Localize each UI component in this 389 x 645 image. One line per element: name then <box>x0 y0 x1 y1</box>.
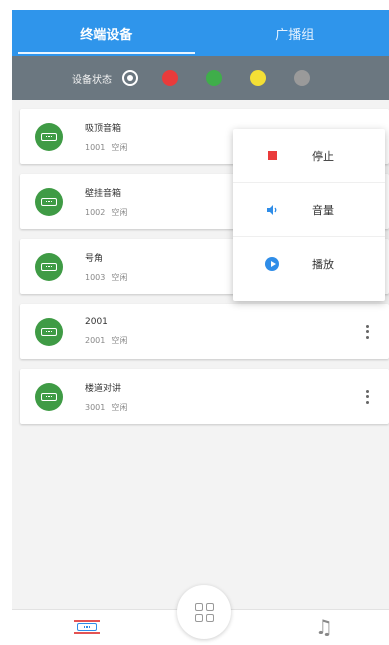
device-name: 号角 <box>85 253 104 264</box>
speaker-icon <box>35 317 63 346</box>
device-status: 空闲 <box>111 336 128 345</box>
device-id: 1001 <box>85 142 106 152</box>
status-filter-yellow[interactable] <box>250 70 266 86</box>
menu-item-label: 停止 <box>312 149 334 163</box>
app-screen: 终端设备 广播组 设备状态 吸顶音箱 1001 空闲 壁挂音箱 1002 空闲 <box>12 10 389 645</box>
menu-item-label: 播放 <box>312 258 334 271</box>
device-status: 空闲 <box>111 142 128 152</box>
menu-item-play[interactable]: 播放 <box>233 237 385 291</box>
device-id: 1002 <box>85 207 106 217</box>
speaker-icon <box>35 382 63 411</box>
status-filter-red[interactable] <box>162 70 178 86</box>
device-name: 壁挂音箱 <box>85 188 122 199</box>
more-options-icon[interactable] <box>365 324 369 339</box>
volume-icon <box>265 203 279 217</box>
device-icon[interactable] <box>74 616 100 638</box>
device-name: 2001 <box>85 317 108 327</box>
device-action-menu: 停止 音量 播放 <box>233 129 385 301</box>
speaker-icon <box>35 187 63 216</box>
device-card[interactable]: 2001 2001 空闲 <box>20 304 389 359</box>
music-icon[interactable]: ♫ <box>315 616 333 638</box>
top-tab-bar: 终端设备 广播组 <box>12 10 389 56</box>
device-id: 3001 <box>85 402 106 412</box>
menu-item-volume[interactable]: 音量 <box>233 183 385 237</box>
status-filter-green[interactable] <box>206 70 222 86</box>
device-status: 空闲 <box>111 272 128 282</box>
grid-icon[interactable] <box>177 585 231 639</box>
stop-icon <box>265 149 279 163</box>
device-card[interactable]: 楼道对讲 3001 空闲 <box>20 369 389 424</box>
status-filter-all-radio[interactable] <box>122 70 138 86</box>
device-status: 空闲 <box>111 402 128 412</box>
menu-item-label: 音量 <box>312 203 334 217</box>
tab-broadcast-groups[interactable]: 广播组 <box>201 10 389 56</box>
speaker-icon <box>35 122 63 151</box>
device-name: 楼道对讲 <box>85 383 122 394</box>
status-label: 设备状态 <box>72 74 112 86</box>
more-options-icon[interactable] <box>365 389 369 404</box>
speaker-icon <box>35 252 63 281</box>
menu-item-stop[interactable]: 停止 <box>233 129 385 183</box>
device-id: 2001 <box>85 336 106 345</box>
device-id: 1003 <box>85 272 106 282</box>
status-filter-gray[interactable] <box>294 70 310 86</box>
device-status: 空闲 <box>111 207 128 217</box>
device-status-filter-bar: 设备状态 <box>12 56 389 100</box>
device-name: 吸顶音箱 <box>85 123 122 134</box>
tab-terminal-devices[interactable]: 终端设备 <box>12 10 201 56</box>
play-icon <box>265 257 279 271</box>
